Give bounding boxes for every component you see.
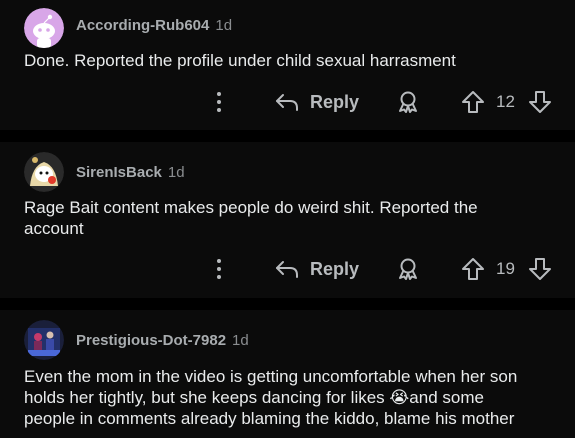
downvote-arrow-icon[interactable] bbox=[528, 89, 552, 115]
reply-label: Reply bbox=[310, 258, 360, 279]
snoo-avatar-icon bbox=[24, 8, 64, 48]
username[interactable]: Prestigious-Dot-7982 bbox=[76, 332, 226, 349]
upvote-arrow-icon[interactable] bbox=[461, 256, 485, 282]
award-icon[interactable] bbox=[396, 90, 420, 114]
comment-separator bbox=[0, 298, 575, 310]
downvote-arrow-icon[interactable] bbox=[528, 256, 552, 282]
reply-label: Reply bbox=[310, 91, 360, 112]
crying-emoji-icon: 😭 bbox=[389, 388, 410, 407]
comment-age: 1d bbox=[167, 164, 185, 181]
upvote-arrow-icon[interactable] bbox=[461, 89, 485, 115]
comment-actions: Reply 19 bbox=[0, 253, 575, 285]
comment-age: 1d bbox=[215, 17, 233, 34]
snoo-avatar-icon bbox=[24, 152, 64, 192]
comment-card: SirenIsBack 1d Rage Bait content makes pe… bbox=[0, 142, 575, 298]
avatar[interactable] bbox=[24, 8, 64, 48]
comment-meta: SirenIsBack 1d bbox=[76, 164, 185, 181]
comment-meta: Prestigious-Dot-7982 1d bbox=[76, 332, 249, 349]
more-options-icon[interactable] bbox=[210, 90, 228, 114]
comment-card: Prestigious-Dot-7982 1d Even the mom in t… bbox=[0, 310, 575, 438]
award-icon[interactable] bbox=[396, 257, 420, 281]
reply-arrow-icon bbox=[276, 94, 298, 111]
avatar[interactable] bbox=[24, 152, 64, 192]
vote-count: 19 bbox=[496, 259, 515, 278]
username[interactable]: According-Rub604 bbox=[76, 17, 209, 34]
comment-card: According-Rub604 1d Done. Reported the pr… bbox=[0, 0, 575, 130]
avatar[interactable] bbox=[24, 320, 64, 360]
comment-body: Even the mom in the video is getting unc… bbox=[24, 366, 539, 429]
comment-separator bbox=[0, 130, 575, 142]
more-options-icon[interactable] bbox=[210, 257, 228, 281]
reply-button[interactable]: Reply bbox=[274, 253, 359, 285]
comment-meta: According-Rub604 1d bbox=[76, 17, 232, 34]
comment-age: 1d bbox=[232, 332, 249, 349]
username[interactable]: SirenIsBack bbox=[76, 164, 162, 181]
comment-body: Rage Bait content makes people do weird … bbox=[24, 198, 478, 238]
vote-count: 12 bbox=[496, 92, 515, 111]
comment-actions: Reply 12 bbox=[0, 86, 575, 118]
comment-body: Done. Reported the profile under child s… bbox=[24, 51, 456, 70]
user-photo-avatar-icon bbox=[24, 320, 64, 360]
reply-button[interactable]: Reply bbox=[274, 86, 359, 118]
reply-arrow-icon bbox=[276, 261, 298, 278]
